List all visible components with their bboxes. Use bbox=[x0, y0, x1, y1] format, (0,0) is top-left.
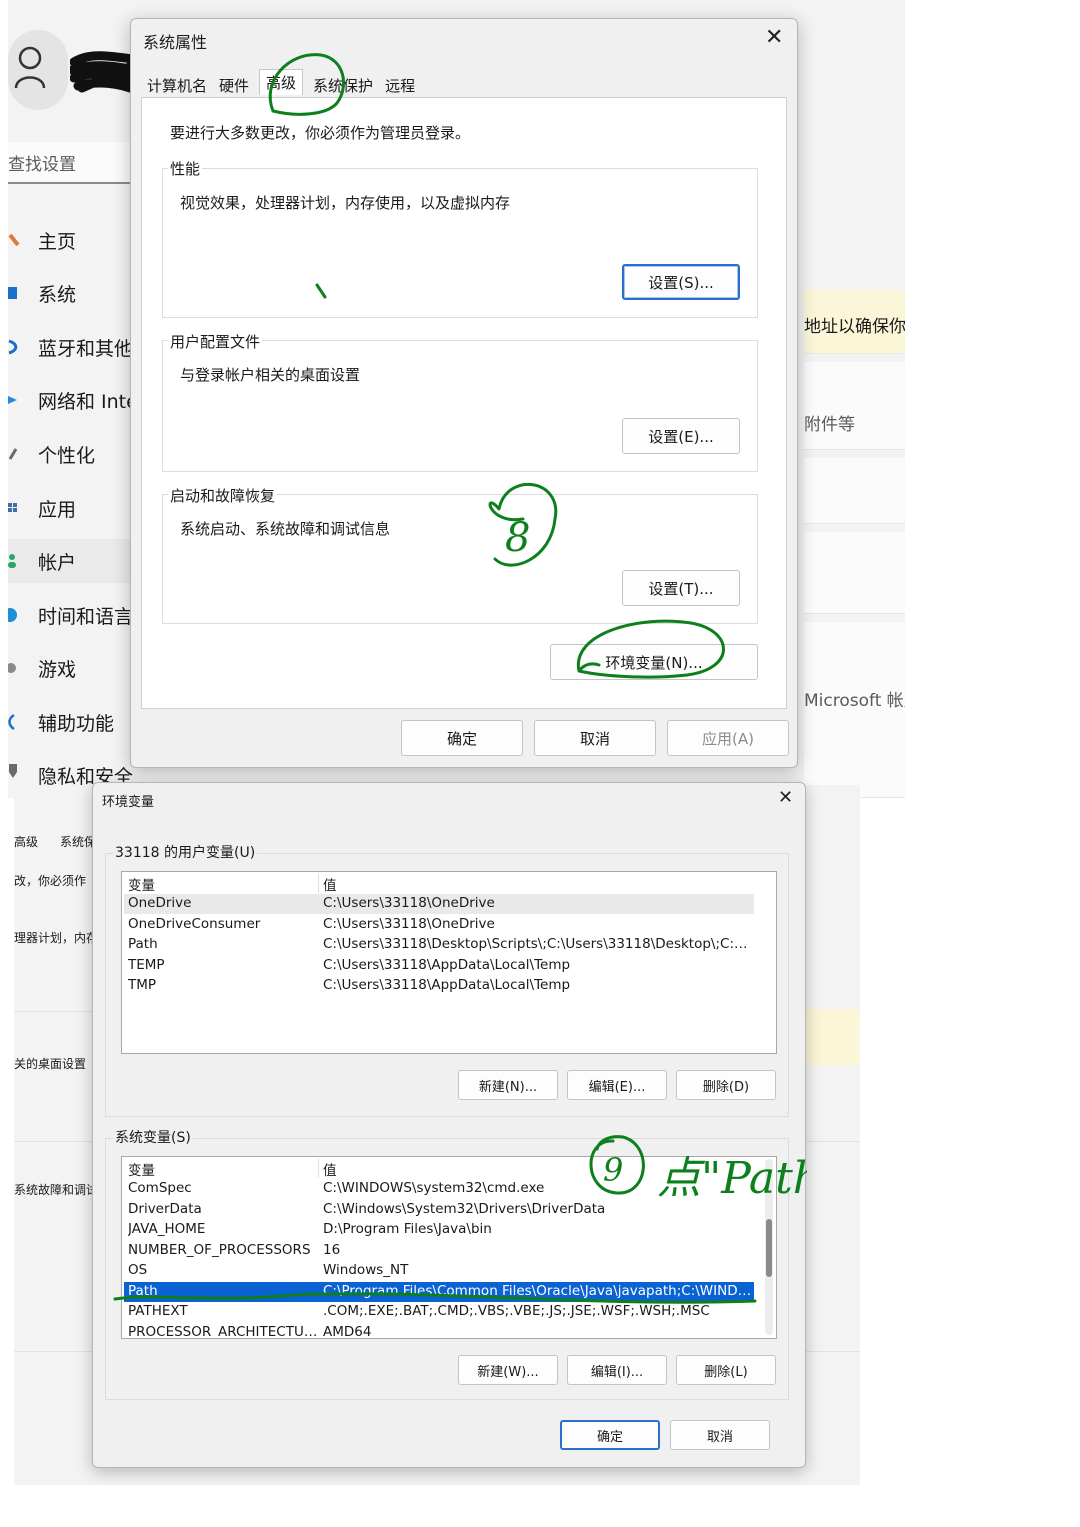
nav-item-home[interactable]: 主页 bbox=[8, 218, 133, 262]
background-text: 改，你必须作 bbox=[14, 874, 87, 888]
gamepad-icon bbox=[8, 663, 16, 673]
nav-item-label: 游戏 bbox=[38, 658, 77, 681]
nav-item-label: 蓝牙和其他 bbox=[38, 337, 133, 360]
card-text: 附件等 bbox=[804, 415, 855, 435]
nav-item-network[interactable]: 网络和 Inte bbox=[8, 378, 133, 422]
network-icon bbox=[8, 396, 17, 404]
globe-icon bbox=[8, 608, 17, 622]
handwritten-annotations: 8 bbox=[268, 53, 725, 679]
pen-tick bbox=[315, 283, 327, 299]
underline-path-row bbox=[113, 1292, 757, 1304]
shield-icon bbox=[9, 764, 17, 778]
nav-item-gaming[interactable]: 游戏 bbox=[8, 646, 133, 690]
nav-item-label: 系统 bbox=[38, 283, 77, 306]
background-text: 系统保 bbox=[60, 835, 92, 849]
environment-variables-dialog: 环境变量 ✕ 33118 的用户变量(U) 变量 值 OneDrive C:\U… bbox=[92, 782, 807, 1468]
nav-item-label: 应用 bbox=[38, 498, 77, 521]
background-text: 理器计划，内存 bbox=[14, 931, 94, 945]
user-icon bbox=[14, 46, 46, 89]
circle-advanced-tab bbox=[268, 53, 346, 116]
background-text: 关的桌面设置 bbox=[14, 1057, 87, 1071]
handwritten-annotations: 9 点"Path" bbox=[113, 1135, 807, 1304]
brush-icon bbox=[8, 448, 18, 460]
nav-item-bluetooth[interactable]: 蓝牙和其他 bbox=[8, 325, 133, 369]
nav-item-label: 辅助功能 bbox=[38, 712, 115, 735]
system-properties-dialog: 系统属性 ✕ 计算机名 硬件 高级 系统保护 远程 要进行大多数更改，你必须作为… bbox=[130, 18, 798, 768]
card-text: 地址以确保你 bbox=[804, 317, 905, 337]
nav-item-label: 帐户 bbox=[38, 551, 77, 574]
account-notice-card[interactable]: 地址以确保你 bbox=[804, 290, 905, 354]
account-icon bbox=[8, 554, 16, 568]
nav-item-accounts[interactable]: 帐户 bbox=[8, 539, 133, 583]
home-icon bbox=[8, 233, 20, 247]
nav-item-label: 个性化 bbox=[38, 444, 96, 467]
avatar[interactable] bbox=[8, 30, 68, 110]
microsoft-account-card[interactable]: Microsoft 帐户 bbox=[804, 622, 905, 798]
nav-item-apps[interactable]: 应用 bbox=[8, 486, 133, 530]
settings-search-input[interactable]: 查找设置 bbox=[8, 142, 133, 184]
system-icon bbox=[8, 287, 17, 299]
step-9-instruction: 点"Path" bbox=[657, 1153, 807, 1204]
background-text: 系统故障和调试信 bbox=[14, 1183, 94, 1197]
settings-card[interactable] bbox=[804, 532, 905, 614]
email-card[interactable]: 附件等 bbox=[804, 362, 905, 450]
card-text: Microsoft 帐户 bbox=[804, 691, 905, 711]
nav-item-label: 主页 bbox=[38, 230, 77, 253]
nav-item-label: 时间和语言 bbox=[38, 605, 133, 628]
apps-icon bbox=[8, 503, 17, 512]
step-9-label: 9 bbox=[603, 1151, 623, 1189]
nav-item-personalization[interactable]: 个性化 bbox=[8, 432, 133, 476]
bluetooth-icon bbox=[8, 339, 18, 355]
nav-item-accessibility[interactable]: 辅助功能 bbox=[8, 700, 133, 744]
settings-card[interactable] bbox=[804, 458, 905, 524]
circle-env-button bbox=[576, 619, 725, 679]
nav-item-label: 网络和 Inte bbox=[38, 390, 133, 413]
step-8-label: 8 bbox=[505, 515, 530, 561]
nav-item-time-language[interactable]: 时间和语言 bbox=[8, 593, 133, 637]
nav-item-system[interactable]: 系统 bbox=[8, 271, 133, 315]
accessibility-icon bbox=[8, 713, 15, 731]
